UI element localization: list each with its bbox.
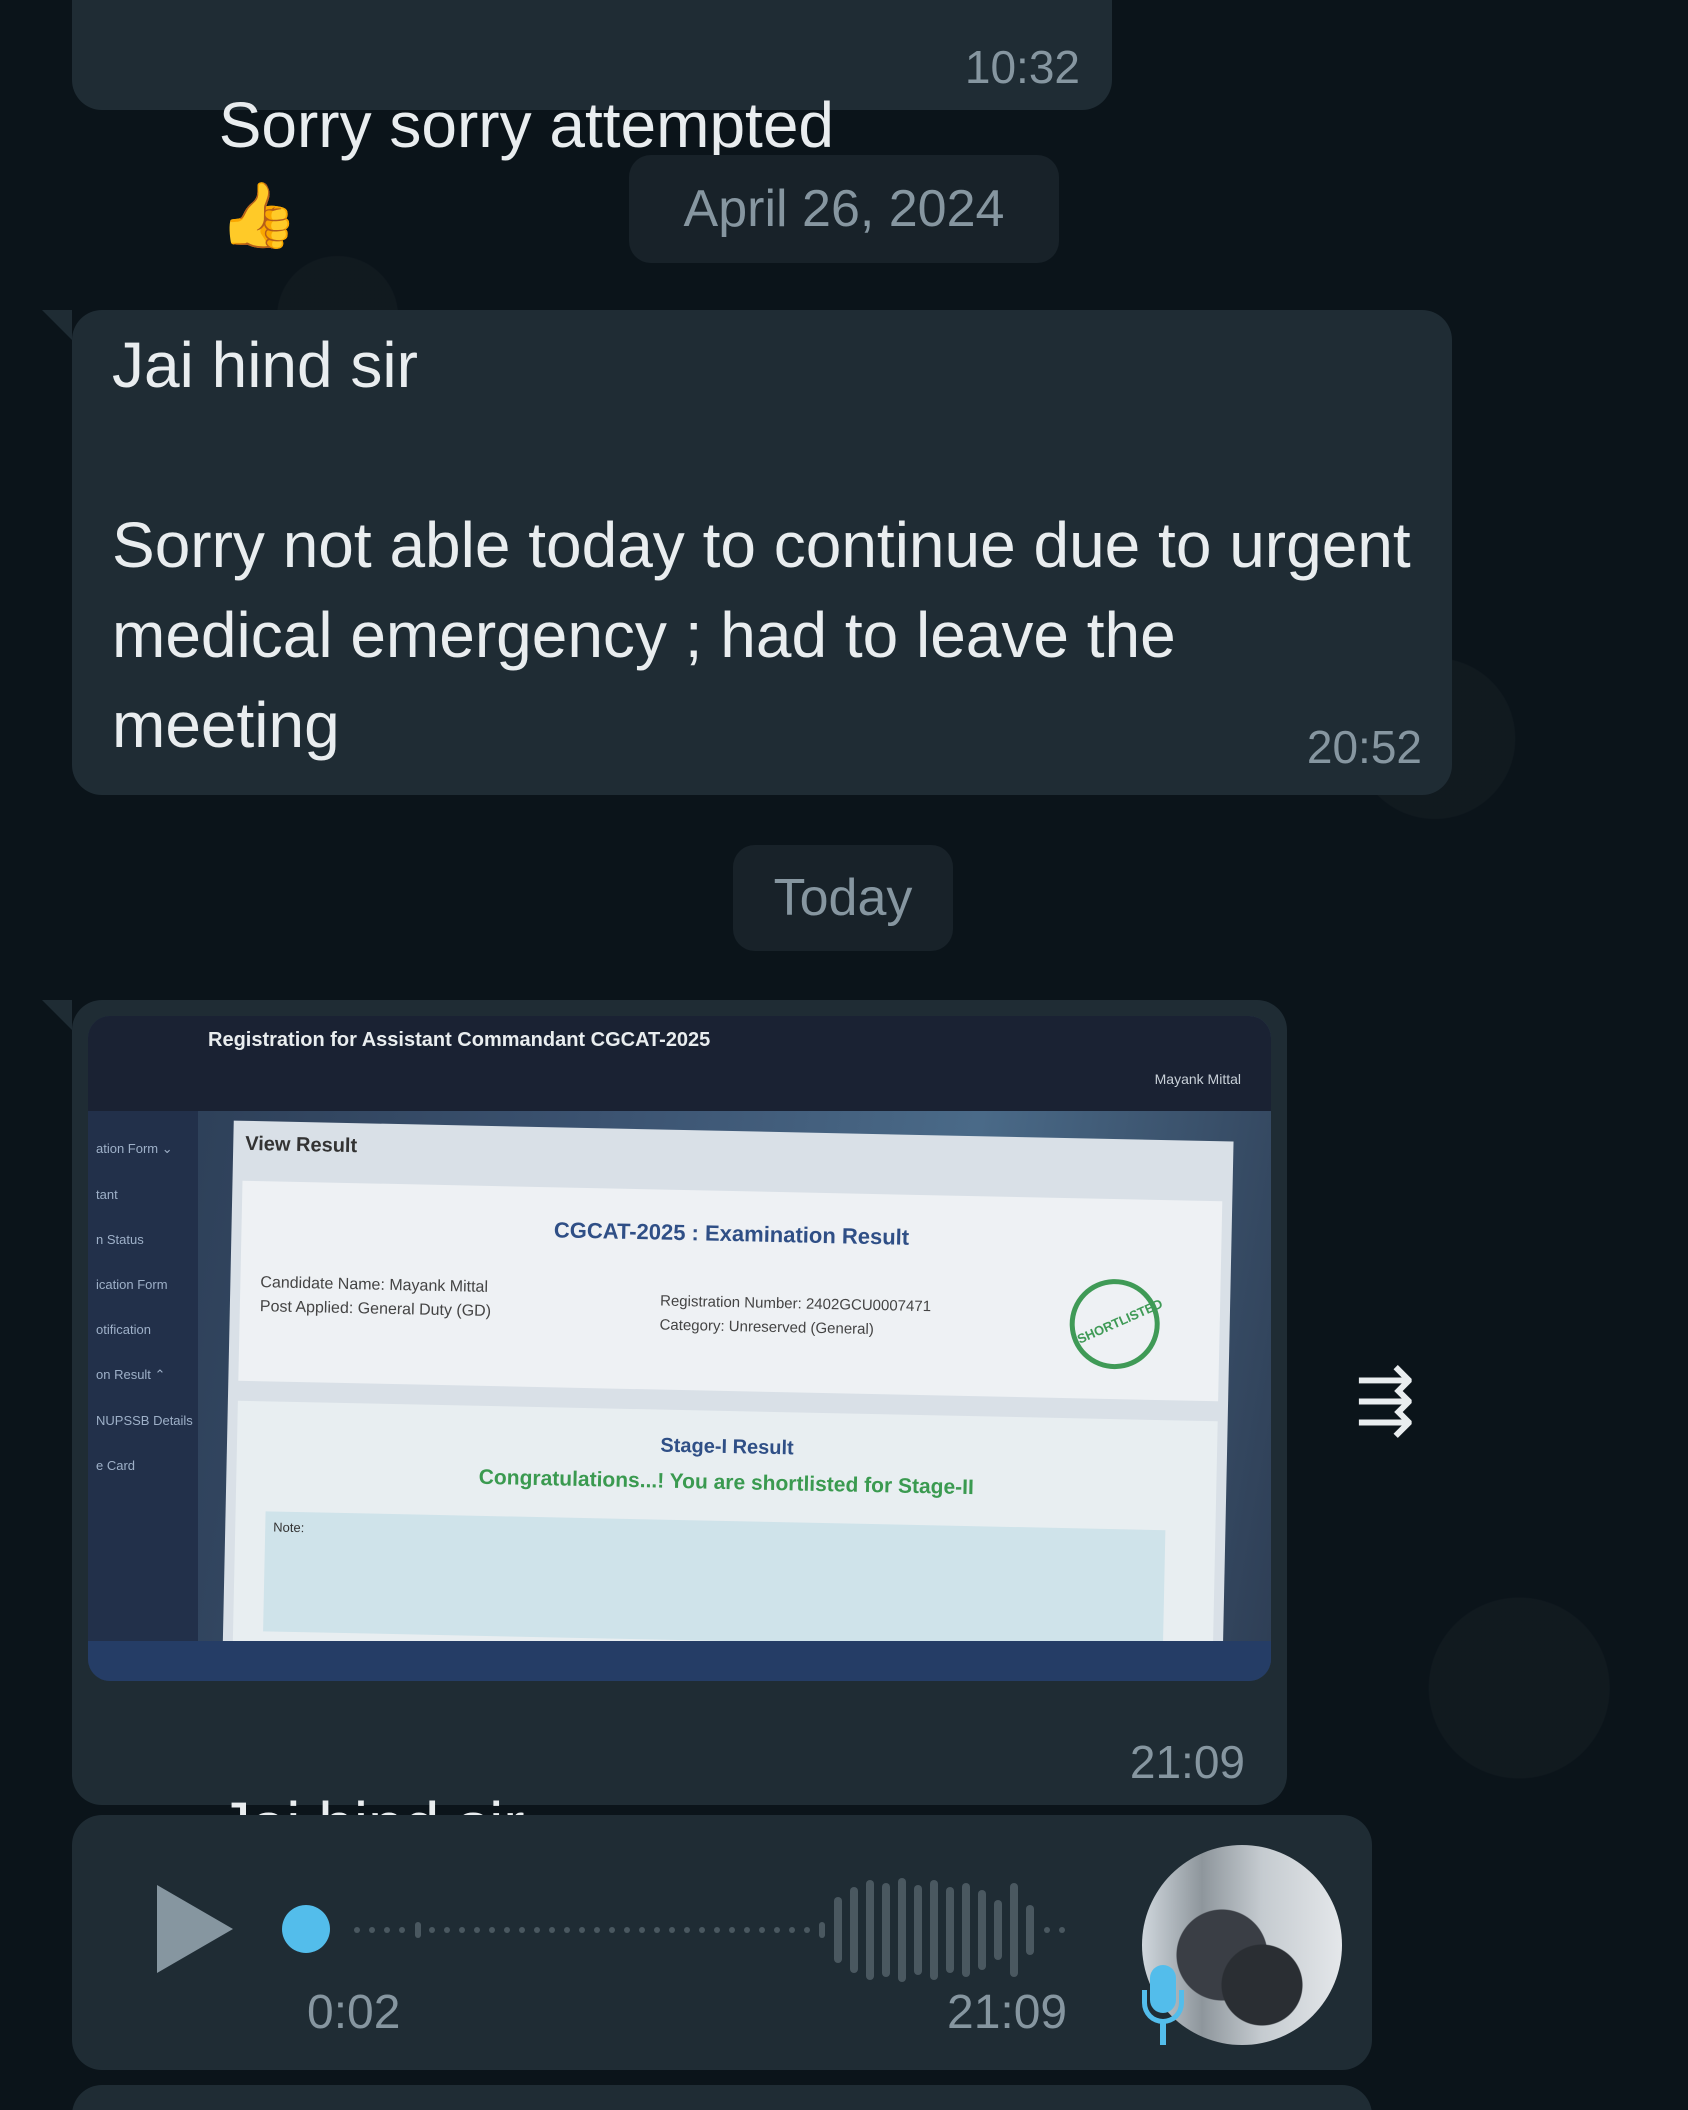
bubble-tail xyxy=(42,310,72,340)
screenshot-user: Mayank Mittal xyxy=(1154,1071,1241,1087)
playback-position-handle[interactable] xyxy=(282,1905,330,1953)
screenshot-sidebar: ation Form ⌄ tant n Status ication Form … xyxy=(88,1111,198,1681)
message-time: 10:32 xyxy=(964,41,1080,93)
screenshot-sidebar-item: n Status xyxy=(96,1232,144,1247)
message-time: 21:09 xyxy=(1129,1736,1245,1788)
screenshot-sidebar-item: ation Form ⌄ xyxy=(96,1141,173,1156)
voice-message-bubble[interactable]: 0:02 21:09 xyxy=(72,1815,1372,2070)
screenshot-panel: View Result CGCAT-2025 : Examination Res… xyxy=(222,1120,1234,1681)
chat-area: Sorry sorry attempted 👍 10:32 April 26, … xyxy=(0,0,1688,2110)
screenshot-header: Registration for Assistant Commandant CG… xyxy=(88,1016,1271,1111)
screenshot-registration-info: Registration Number: 2402GCU0007471 Cate… xyxy=(659,1290,931,1344)
result-screenshot-image[interactable]: Registration for Assistant Commandant CG… xyxy=(88,1016,1271,1681)
voice-duration: 0:02 xyxy=(307,1986,401,2039)
image-message-bubble[interactable]: Registration for Assistant Commandant CG… xyxy=(42,1000,1287,1953)
date-separator: April 26, 2024 xyxy=(629,155,1059,263)
screenshot-result-title: CGCAT-2025 : Examination Result xyxy=(553,1217,910,1250)
screenshot-candidate-info: Candidate Name: Mayank Mittal Post Appli… xyxy=(260,1271,492,1324)
screenshot-note: Note: xyxy=(263,1511,1166,1651)
message-bubble[interactable]: Jai hind sir Sorry not able today to con… xyxy=(42,310,1452,795)
screenshot-footer xyxy=(88,1641,1271,1681)
microphone-icon-leg xyxy=(1160,2023,1166,2045)
screenshot-title: Registration for Assistant Commandant CG… xyxy=(208,1029,711,1051)
message-time: 20:52 xyxy=(1306,721,1422,773)
screenshot-stage-message: Congratulations...! You are shortlisted … xyxy=(478,1465,975,1500)
forward-icon[interactable]: ⇶ xyxy=(1340,1364,1430,1436)
screenshot-result-card: CGCAT-2025 : Examination Result Candidat… xyxy=(238,1180,1223,1402)
screenshot-sidebar-item: otification xyxy=(96,1322,151,1337)
screenshot-sidebar-item: tant xyxy=(96,1187,118,1202)
screenshot-stage-card: Stage-I Result Congratulations...! You a… xyxy=(232,1400,1218,1672)
play-icon[interactable] xyxy=(157,1885,233,1973)
message-time: 21:09 xyxy=(947,1986,1068,2039)
shortlisted-stamp: SHORTLISTED xyxy=(1055,1264,1175,1384)
voice-waveform[interactable] xyxy=(337,1875,1137,1985)
message-bubble[interactable]: Sorry sorry attempted 👍 10:32 xyxy=(72,0,1112,253)
message-body: Sorry sorry attempted xyxy=(218,89,834,161)
thumbs-up-emoji: 👍 xyxy=(218,179,299,253)
bubble-tail xyxy=(42,1000,72,1030)
screenshot-stage-title: Stage-I Result xyxy=(660,1434,794,1460)
screenshot-sidebar-item: on Result ⌃ xyxy=(96,1367,166,1382)
screenshot-sidebar-item: NUPSSB Details xyxy=(96,1413,193,1428)
message-text: Jai hind sir Sorry not able today to con… xyxy=(112,329,1411,761)
message-bubble[interactable] xyxy=(72,2085,1372,2110)
screenshot-post-applied: Post Applied: General Duty (GD) xyxy=(259,1298,492,1321)
screenshot-sidebar-item: e Card xyxy=(96,1458,136,1473)
screenshot-sidebar-item: ication Form xyxy=(96,1277,168,1292)
date-separator: Today xyxy=(733,845,953,951)
screenshot-view-result: View Result xyxy=(245,1132,358,1158)
